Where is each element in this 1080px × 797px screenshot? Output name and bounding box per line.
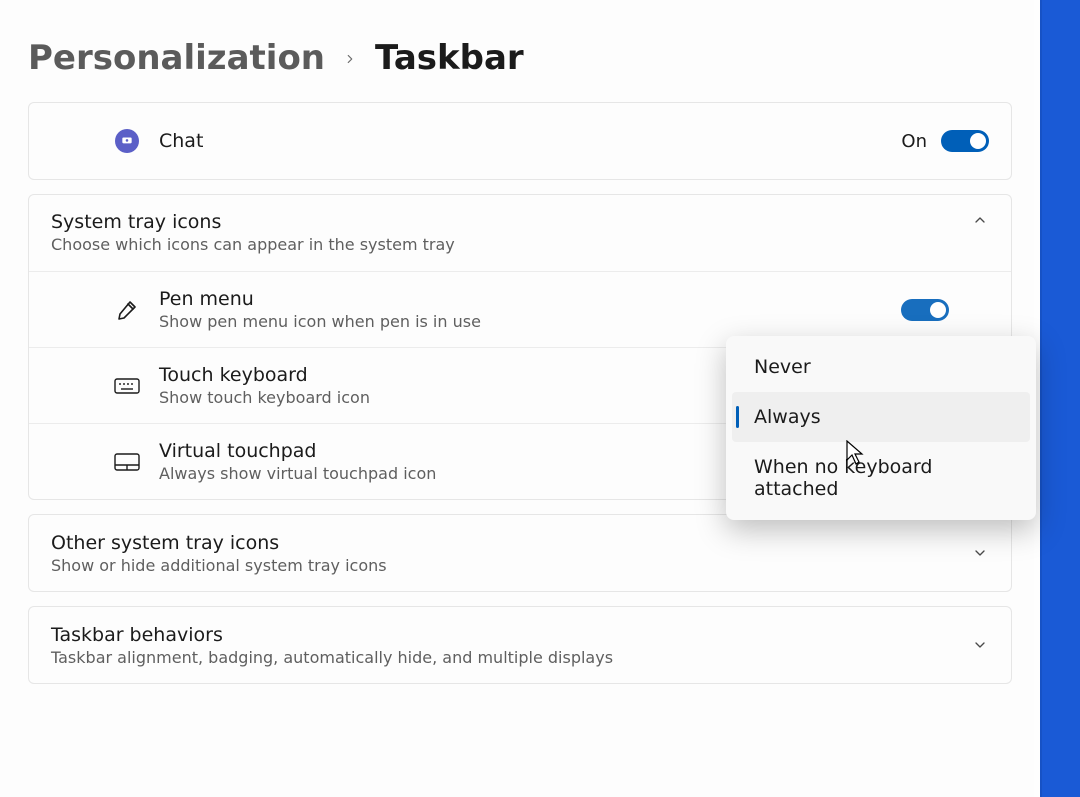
menu-option-never[interactable]: Never [732,342,1030,392]
touchpad-icon [113,452,141,472]
taskbar-behaviors-subtitle: Taskbar alignment, badging, automaticall… [51,648,959,667]
keyboard-icon [113,376,141,396]
other-tray-section: Other system tray icons Show or hide add… [28,514,1012,592]
pen-icon [113,298,141,322]
system-tray-title: System tray icons [51,211,959,233]
chat-toggle[interactable] [941,130,989,152]
desktop-background [1040,0,1080,797]
pen-menu-toggle[interactable] [901,299,949,321]
other-tray-title: Other system tray icons [51,532,959,554]
chat-icon [113,129,141,153]
breadcrumb-current: Taskbar [375,38,524,78]
taskbar-behaviors-section: Taskbar behaviors Taskbar alignment, bad… [28,606,1012,684]
chevron-right-icon [343,43,357,73]
chat-section: Chat On [28,102,1012,180]
chevron-down-icon [971,544,989,562]
system-tray-header[interactable]: System tray icons Choose which icons can… [29,195,1011,271]
other-tray-subtitle: Show or hide additional system tray icon… [51,556,959,575]
taskbar-behaviors-header[interactable]: Taskbar behaviors Taskbar alignment, bad… [29,607,1011,683]
breadcrumb: Personalization Taskbar [28,38,1012,78]
menu-option-when-no-keyboard[interactable]: When no keyboard attached [732,442,1030,514]
other-tray-header[interactable]: Other system tray icons Show or hide add… [29,515,1011,591]
taskbar-behaviors-title: Taskbar behaviors [51,624,959,646]
touch-keyboard-dropdown: Never Always When no keyboard attached [726,336,1036,520]
menu-option-always[interactable]: Always [732,392,1030,442]
system-tray-subtitle: Choose which icons can appear in the sys… [51,235,959,254]
cursor-icon [846,440,866,466]
pen-menu-subtitle: Show pen menu icon when pen is in use [159,312,989,331]
chat-row[interactable]: Chat On [29,103,1011,179]
pen-menu-title: Pen menu [159,288,989,310]
breadcrumb-parent[interactable]: Personalization [28,38,325,78]
chevron-up-icon [971,211,989,229]
chevron-down-icon [971,636,989,654]
chat-state-label: On [901,131,927,152]
chat-label: Chat [159,130,901,152]
